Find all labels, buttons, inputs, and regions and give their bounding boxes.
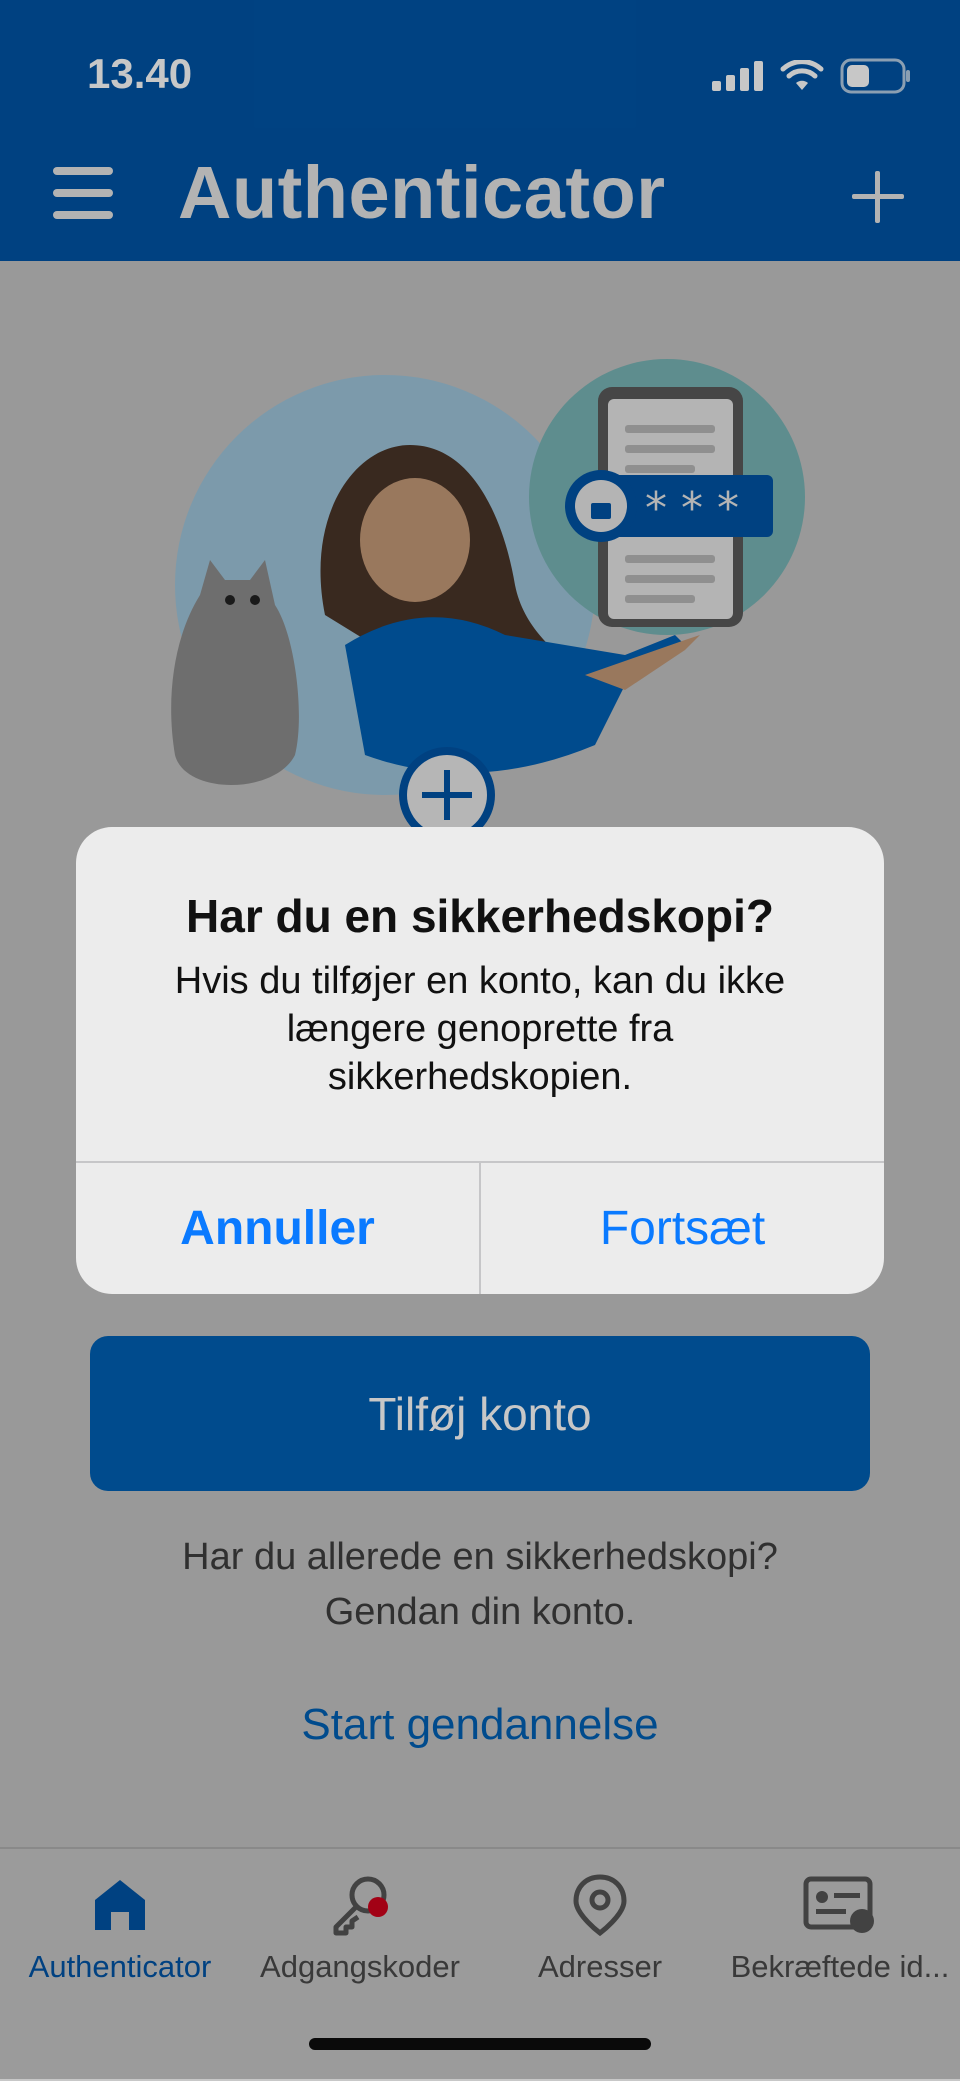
restore-prompt-line2: Gendan din konto. [324,1591,636,1633]
add-account-button[interactable]: Tilføj konto [90,1336,870,1491]
wifi-icon [780,60,824,90]
cancel-button[interactable]: Annuller [76,1163,479,1294]
home-indicator [309,2038,651,2050]
continue-button[interactable]: Fortsæt [481,1163,884,1294]
add-account-label: Tilføj konto [368,1387,592,1440]
backup-alert-dialog: Har du en sikkerhedskopi? Hvis du tilføj… [76,827,884,1294]
dialog-title: Har du en sikkerhedskopi? [186,890,774,942]
menu-icon[interactable] [53,163,113,223]
start-restore-link[interactable]: Start gendannelse [0,1700,960,1750]
onboarding-illustration: * * * [171,359,805,835]
app-header: 13.40 Authenticator [0,0,960,261]
page-title: Authenticator [178,151,666,234]
dialog-message: Hvis du tilføjer en konto, kan du ikke l… [174,960,786,1098]
location-pin-icon [573,1874,627,1937]
restore-prompt: Har du allerede en sikkerhedskopi? Genda… [0,1530,960,1640]
battery-icon [840,58,910,94]
home-icon [95,1880,145,1930]
notification-badge [368,1897,388,1917]
restore-prompt-line1: Har du allerede en sikkerhedskopi? [182,1536,778,1578]
tab-authenticator[interactable]: Authenticator [0,1849,240,1999]
add-icon[interactable] [848,167,908,227]
svg-text:* * *: * * * [645,483,739,534]
key-icon [333,1876,388,1936]
tab-label: Authenticator [28,1949,212,1984]
status-time: 13.40 [87,50,193,97]
tab-label: Adgangskoder [260,1949,460,1984]
tab-verified-ids[interactable]: Bekræftede id... [720,1849,960,1999]
tab-addresses[interactable]: Adresser [480,1849,720,1999]
status-icons [712,58,912,94]
verified-id-icon [803,1876,874,1933]
tab-passwords[interactable]: Adgangskoder [240,1849,480,1999]
signal-icon [712,61,763,91]
tab-label: Bekræftede id... [730,1949,950,1984]
tab-label: Adresser [537,1949,663,1984]
